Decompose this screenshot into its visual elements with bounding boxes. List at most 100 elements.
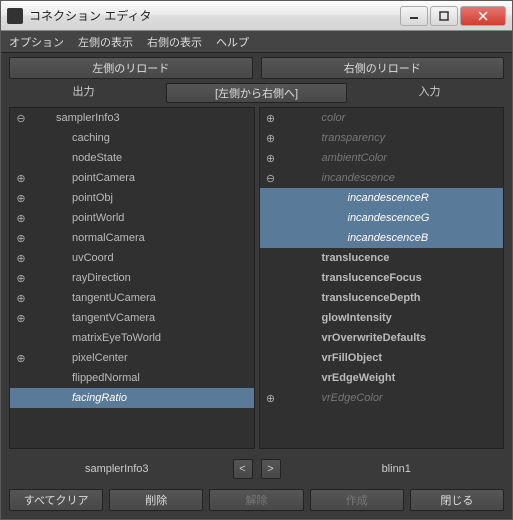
left-attr-row[interactable]: caching: [10, 128, 254, 148]
right-attr-row[interactable]: incandescenceR: [260, 188, 504, 208]
left-attr-row[interactable]: facingRatio: [10, 388, 254, 408]
column-headers: 出力 [左側から右側へ] 入力: [1, 83, 512, 107]
attr-name: pointObj: [72, 192, 250, 204]
attr-name: tangentUCamera: [72, 292, 250, 304]
expand-icon[interactable]: ⊕: [264, 392, 278, 405]
attr-name: caching: [72, 132, 250, 144]
menu-left-display[interactable]: 左側の表示: [78, 34, 133, 50]
left-attr-row[interactable]: nodeState: [10, 148, 254, 168]
expand-icon[interactable]: ⊕: [14, 232, 28, 245]
left-attr-row[interactable]: ⊕pointCamera: [10, 168, 254, 188]
expand-icon[interactable]: ⊕: [14, 252, 28, 265]
expand-icon[interactable]: ⊕: [264, 132, 278, 145]
left-attr-row[interactable]: ⊕ uvCoord: [10, 248, 254, 268]
attr-name: transparency: [322, 132, 500, 144]
break-button[interactable]: 解除: [209, 489, 303, 511]
right-attr-row[interactable]: incandescenceG: [260, 208, 504, 228]
clear-all-button[interactable]: すべてクリア: [9, 489, 103, 511]
titlebar[interactable]: コネクション エディタ: [1, 1, 512, 31]
node-name: samplerInfo3: [56, 112, 250, 124]
expand-icon[interactable]: ⊕: [14, 292, 28, 305]
panes-container: ⊖ samplerInfo3 caching nodeState ⊕pointCam…: [1, 107, 512, 453]
close-action-button[interactable]: 閉じる: [410, 489, 504, 511]
expand-icon[interactable]: ⊕: [14, 212, 28, 225]
right-attr-row[interactable]: glowIntensity: [260, 308, 504, 328]
reload-right-button[interactable]: 右側のリロード: [261, 57, 505, 79]
minimize-button[interactable]: [400, 6, 428, 26]
expand-icon[interactable]: ⊕: [14, 192, 28, 205]
left-attr-row[interactable]: ⊕ tangentUCamera: [10, 288, 254, 308]
inputs-pane[interactable]: ⊕ color ⊕ transparency ⊕ ambientColor ⊖ incande…: [259, 107, 505, 449]
attr-name: ambientColor: [322, 152, 500, 164]
attr-name: nodeState: [72, 152, 250, 164]
outputs-header: 出力: [9, 83, 158, 103]
attr-name: glowIntensity: [322, 312, 500, 324]
expand-icon[interactable]: ⊕: [264, 112, 278, 125]
menu-right-display[interactable]: 右側の表示: [147, 34, 202, 50]
right-attr-row[interactable]: translucenceDepth: [260, 288, 504, 308]
reload-toolbar: 左側のリロード 右側のリロード: [1, 53, 512, 83]
attr-name: translucence: [322, 252, 500, 264]
close-button[interactable]: [460, 6, 506, 26]
attr-name: vrOverwriteDefaults: [322, 332, 500, 344]
maximize-button[interactable]: [430, 6, 458, 26]
left-attr-row[interactable]: ⊕ tangentVCamera: [10, 308, 254, 328]
expand-icon[interactable]: ⊕: [14, 272, 28, 285]
right-attr-row[interactable]: vrOverwriteDefaults: [260, 328, 504, 348]
left-attr-row[interactable]: flippedNormal: [10, 368, 254, 388]
attr-name: normalCamera: [72, 232, 250, 244]
expand-icon[interactable]: ⊕: [14, 172, 28, 185]
attr-name: rayDirection: [72, 272, 250, 284]
collapse-icon[interactable]: ⊖: [264, 172, 278, 185]
expand-icon[interactable]: ⊕: [14, 312, 28, 325]
right-attr-row[interactable]: ⊕ ambientColor: [260, 148, 504, 168]
reload-left-button[interactable]: 左側のリロード: [9, 57, 253, 79]
right-attr-row[interactable]: vrFillObject: [260, 348, 504, 368]
inputs-header: 入力: [355, 83, 504, 103]
left-attr-row[interactable]: ⊕ rayDirection: [10, 268, 254, 288]
left-attr-row[interactable]: ⊕ pixelCenter: [10, 348, 254, 368]
attr-name: facingRatio: [72, 392, 250, 404]
attr-name: incandescence: [322, 172, 500, 184]
window: コネクション エディタ オプション 左側の表示 右側の表示 ヘルプ 左側のリロー…: [0, 0, 513, 520]
menu-help[interactable]: ヘルプ: [216, 34, 249, 50]
prev-button[interactable]: <: [233, 459, 253, 479]
attr-name: tangentVCamera: [72, 312, 250, 324]
left-attr-row[interactable]: ⊕ pointObj: [10, 188, 254, 208]
menu-options[interactable]: オプション: [9, 34, 64, 50]
right-attr-row[interactable]: vrEdgeWeight: [260, 368, 504, 388]
close-icon: [478, 11, 488, 21]
direction-toggle[interactable]: [左側から右側へ]: [166, 83, 347, 103]
expand-icon[interactable]: ⊕: [264, 152, 278, 165]
right-attr-row[interactable]: translucenceFocus: [260, 268, 504, 288]
right-attr-row[interactable]: ⊖ incandescence: [260, 168, 504, 188]
next-button[interactable]: >: [261, 459, 281, 479]
right-attr-row[interactable]: ⊕vrEdgeColor: [260, 388, 504, 408]
attr-name: incandescenceG: [348, 212, 500, 224]
attr-name: color: [322, 112, 500, 124]
left-attr-row[interactable]: ⊕ normalCamera: [10, 228, 254, 248]
attr-name: translucenceFocus: [322, 272, 500, 284]
attr-name: pixelCenter: [72, 352, 250, 364]
maximize-icon: [439, 11, 449, 21]
collapse-icon[interactable]: ⊖: [14, 112, 28, 125]
attr-name: flippedNormal: [72, 372, 250, 384]
right-attr-row[interactable]: ⊕ color: [260, 108, 504, 128]
attr-name: incandescenceB: [348, 232, 500, 244]
right-attr-row[interactable]: translucence: [260, 248, 504, 268]
attr-name: uvCoord: [72, 252, 250, 264]
expand-icon[interactable]: ⊕: [14, 352, 28, 365]
left-attr-row[interactable]: matrixEyeToWorld: [10, 328, 254, 348]
minimize-icon: [409, 11, 419, 21]
left-root-row[interactable]: ⊖ samplerInfo3: [10, 108, 254, 128]
app-icon: [7, 8, 23, 24]
right-attr-row[interactable]: ⊕ transparency: [260, 128, 504, 148]
outputs-pane[interactable]: ⊖ samplerInfo3 caching nodeState ⊕pointCam…: [9, 107, 255, 449]
attr-name: vrFillObject: [322, 352, 500, 364]
delete-button[interactable]: 削除: [109, 489, 203, 511]
attr-name: incandescenceR: [348, 192, 500, 204]
right-attr-row[interactable]: incandescenceB: [260, 228, 504, 248]
make-button[interactable]: 作成: [310, 489, 404, 511]
node-footer: samplerInfo3 < > blinn1: [1, 453, 512, 485]
left-attr-row[interactable]: ⊕pointWorld: [10, 208, 254, 228]
